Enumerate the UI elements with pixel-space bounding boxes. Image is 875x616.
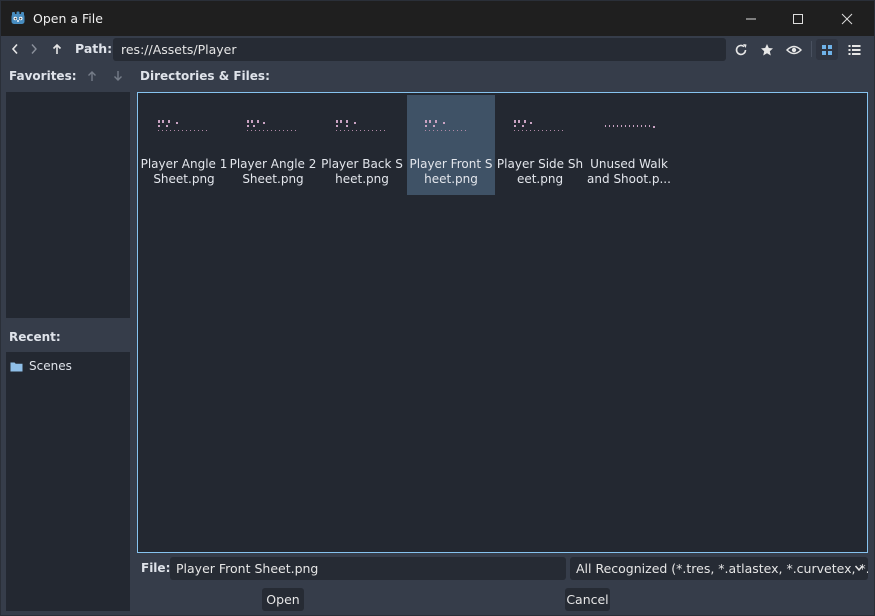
file-label: File: <box>141 561 171 575</box>
recent-list[interactable] <box>6 352 130 611</box>
toolbar-separator <box>811 41 812 57</box>
recent-item-scenes[interactable]: Scenes <box>10 359 72 373</box>
file-name: Player Angle 1 Sheet.png <box>140 157 228 186</box>
thumbnail-image <box>241 95 305 157</box>
list-view-button[interactable] <box>843 39 865 60</box>
window-title: Open a File <box>33 11 103 26</box>
title-bar[interactable]: Open a File <box>1 1 874 36</box>
cancel-button[interactable]: Cancel <box>565 588 610 611</box>
thumbnail-image <box>419 95 483 157</box>
file-item[interactable]: Player Side Sheet.png <box>496 95 584 195</box>
file-item[interactable]: Unused Walk and Shoot.p... <box>585 95 673 195</box>
favorite-move-down-button[interactable] <box>108 66 128 86</box>
open-file-dialog: Open a File Path: res://Assets/Player Fa… <box>0 0 875 616</box>
path-input[interactable]: res://Assets/Player <box>113 38 726 61</box>
file-type-filter-select[interactable]: All Recognized (*.tres, *.atlastex, *.cu… <box>570 557 868 580</box>
refresh-button[interactable] <box>730 39 752 60</box>
show-hidden-button[interactable] <box>783 39 805 60</box>
chevron-left-icon <box>11 43 18 55</box>
back-button[interactable] <box>5 39 25 59</box>
thumbnail-image <box>330 95 394 157</box>
directories-files-label: Directories & Files: <box>140 69 270 83</box>
file-name: Player Angle 2 Sheet.png <box>229 157 317 186</box>
thumbnail-image <box>152 95 216 157</box>
arrow-up-icon <box>52 43 62 54</box>
path-label: Path: <box>75 41 113 56</box>
open-button[interactable]: Open <box>262 588 304 611</box>
chevron-right-icon <box>31 44 37 54</box>
eye-icon <box>786 45 802 54</box>
minimize-button[interactable] <box>728 1 774 36</box>
favorite-move-up-button[interactable] <box>82 66 102 86</box>
forward-button[interactable] <box>24 39 44 59</box>
favorites-label: Favorites: <box>9 69 77 83</box>
folder-icon <box>10 362 23 371</box>
file-name: Player Side Sheet.png <box>496 157 584 186</box>
close-icon <box>841 13 853 24</box>
file-name: Player Back Sheet.png <box>321 157 403 186</box>
star-icon <box>761 43 773 55</box>
arrow-up-icon <box>88 71 96 81</box>
file-item[interactable]: Player Back Sheet.png <box>318 95 406 195</box>
thumbnail-view-button[interactable] <box>816 39 838 60</box>
file-grid[interactable]: Player Angle 1 Sheet.png Player Angle 2 … <box>137 92 868 553</box>
maximize-button[interactable] <box>775 1 821 36</box>
maximize-icon <box>793 13 803 24</box>
file-name: Unused Walk and Shoot.p... <box>587 157 671 186</box>
file-item[interactable]: Player Angle 2 Sheet.png <box>229 95 317 195</box>
file-name-input[interactable]: Player Front Sheet.png <box>170 557 566 580</box>
list-icon <box>848 44 860 55</box>
close-button[interactable] <box>824 1 870 36</box>
arrow-down-icon <box>114 71 122 81</box>
thumbnail-image <box>597 95 661 157</box>
refresh-icon <box>735 43 747 55</box>
filter-selected-value: All Recognized (*.tres, *.atlastex, *.cu… <box>576 561 868 576</box>
minimize-icon <box>746 18 756 19</box>
grid-icon <box>822 44 832 55</box>
chevron-down-icon <box>854 565 864 572</box>
recent-label: Recent: <box>9 330 61 344</box>
thumbnail-image <box>508 95 572 157</box>
file-name: Player Front Sheet.png <box>409 157 493 186</box>
file-item[interactable]: Player Angle 1 Sheet.png <box>140 95 228 195</box>
go-up-button[interactable] <box>47 39 67 59</box>
recent-item-label: Scenes <box>29 359 72 373</box>
file-item-selected[interactable]: Player Front Sheet.png <box>407 95 495 195</box>
favorite-button[interactable] <box>756 39 778 60</box>
godot-logo-icon <box>11 11 25 24</box>
favorites-list[interactable] <box>6 92 130 318</box>
